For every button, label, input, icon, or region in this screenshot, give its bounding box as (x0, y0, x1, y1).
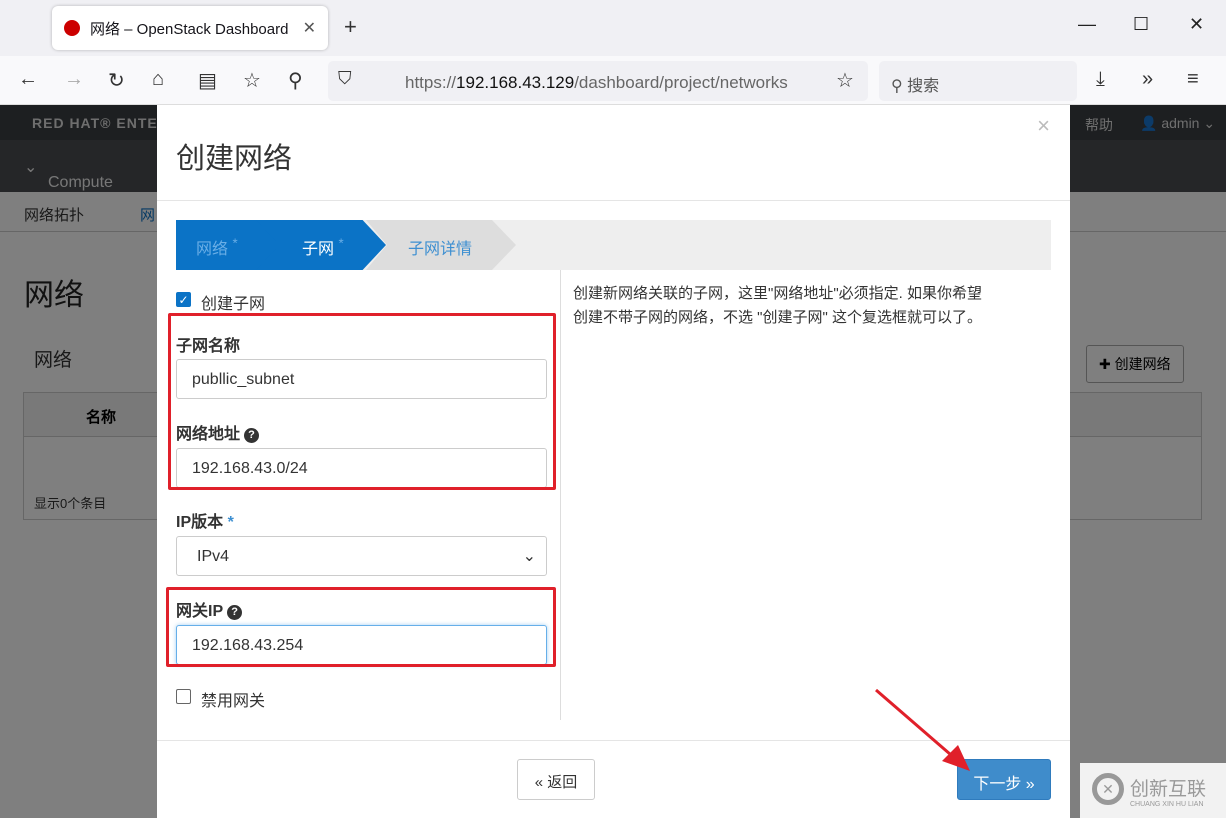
step-subnet-details[interactable]: 子网详情 (366, 220, 516, 270)
browser-toolbar: ← → ↻ ⌂ ▤ ☆ ⚲ https://192.168.43.129/das… (0, 56, 1226, 105)
divider (157, 200, 1070, 201)
dialog-title: 创建网络 (176, 143, 293, 175)
overflow-icon[interactable]: » (1142, 68, 1153, 91)
url-path: /dashboard/project/networks (574, 73, 788, 92)
bookmark-star-icon[interactable]: ☆ (836, 68, 854, 93)
extension-icon[interactable]: ☆ (243, 68, 261, 93)
step-label: 网络 (196, 241, 229, 258)
search-icon[interactable]: ⚲ (288, 68, 303, 93)
download-icon[interactable]: ⤓ (1096, 68, 1105, 91)
required-mark: * (227, 514, 234, 531)
url-prefix: https:// (405, 73, 457, 92)
step-label: 子网 (302, 241, 335, 258)
create-subnet-label: 创建子网 (201, 296, 266, 313)
maximize-icon[interactable]: ☐ (1133, 14, 1149, 35)
ip-version-select[interactable]: IPv4 ⌄ (176, 536, 547, 576)
close-tab-icon[interactable]: ✕ (303, 18, 316, 38)
watermark: ✕ 创新互联 CHUANG XIN HU LIAN (1080, 763, 1226, 818)
disable-gateway-checkbox[interactable] (176, 689, 191, 704)
annotation-highlight (168, 313, 556, 490)
close-window-icon[interactable]: ✕ (1189, 14, 1204, 35)
tab-title: 网络 – OpenStack Dashboard (90, 20, 289, 38)
search-placeholder: 搜索 (907, 78, 940, 95)
step-label: 子网详情 (408, 241, 473, 258)
watermark-logo-icon: ✕ (1092, 773, 1124, 805)
url-bar[interactable]: https://192.168.43.129/dashboard/project… (328, 61, 868, 101)
reader-icon[interactable]: ▤ (198, 68, 217, 93)
forward-icon[interactable]: → (64, 68, 84, 91)
watermark-subtext: CHUANG XIN HU LIAN (1130, 801, 1204, 808)
browser-tab-bar: 网络 – OpenStack Dashboard ✕ + — ☐ ✕ (0, 0, 1226, 56)
required-mark: * (232, 235, 238, 251)
column-divider (560, 270, 561, 720)
watermark-text: 创新互联 (1130, 779, 1207, 800)
home-icon[interactable]: ⌂ (152, 68, 164, 91)
ip-version-text: IP版本 (176, 514, 224, 531)
chevron-down-icon: ⌄ (522, 548, 536, 565)
minimize-icon[interactable]: — (1078, 14, 1096, 35)
url-host: 192.168.43.129 (456, 73, 575, 92)
create-subnet-checkbox[interactable]: ✓ (176, 292, 191, 307)
back-icon[interactable]: ← (18, 68, 38, 91)
menu-icon[interactable]: ≡ (1187, 68, 1199, 91)
required-mark: * (338, 235, 344, 251)
search-input[interactable]: ⚲ 搜索 (879, 61, 1077, 101)
browser-tab[interactable]: 网络 – OpenStack Dashboard ✕ (52, 6, 328, 50)
close-icon[interactable]: × (1037, 113, 1050, 139)
annotation-arrow-icon (875, 688, 970, 771)
annotation-highlight (166, 587, 556, 667)
ip-version-value: IPv4 (197, 548, 230, 565)
disable-gateway-label: 禁用网关 (201, 693, 266, 710)
wizard-steps: 子网详情 网络 * 子网 * (176, 220, 1051, 270)
shield-icon[interactable]: ⛉ (338, 68, 352, 89)
new-tab-icon[interactable]: + (344, 14, 357, 40)
reload-icon[interactable]: ↻ (108, 68, 125, 93)
back-button[interactable]: « 返回 (517, 759, 595, 800)
ip-version-label: IP版本 * (176, 508, 234, 532)
help-text: 创建新网络关联的子网，这里"网络地址"必须指定. 如果你希望创建不带子网的网络，… (573, 285, 982, 326)
redhat-favicon-icon (64, 20, 80, 36)
